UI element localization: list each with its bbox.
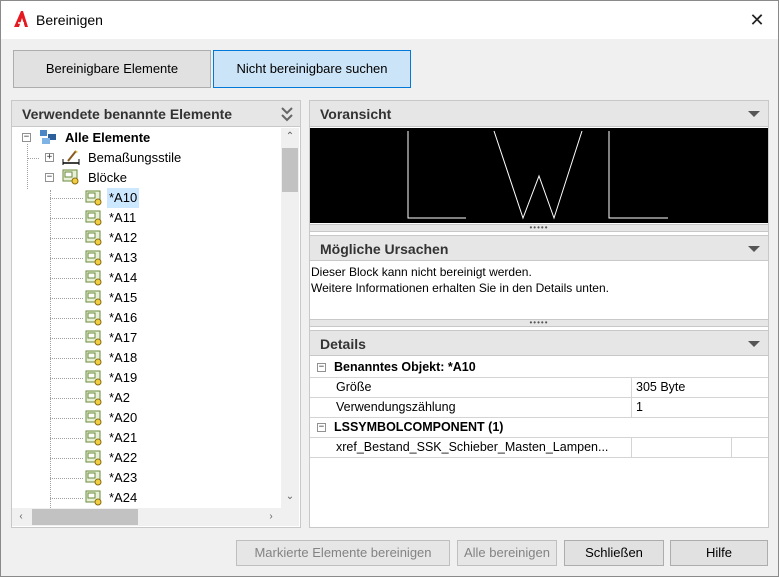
block-icon	[85, 250, 102, 266]
purge-dialog: Bereinigen ✕ Bereinigbare Elemente Nicht…	[0, 0, 779, 577]
preview-header[interactable]: Voransicht	[310, 101, 768, 127]
tree-block-label: *A18	[109, 350, 138, 365]
details-category-row[interactable]: − Benanntes Objekt: *A10	[310, 358, 768, 378]
details-category-label: Benanntes Objekt: *A10	[334, 360, 476, 374]
details-row[interactable]: xref_Bestand_SSK_Schieber_Masten_Lampen.…	[310, 438, 768, 458]
tab-find-non-purgeable[interactable]: Nicht bereinigbare suchen	[213, 50, 411, 88]
tree-group-label: Blöcke	[88, 170, 128, 185]
cause-line: Dieser Block kann nicht bereinigt werden…	[311, 265, 532, 279]
block-icon	[85, 270, 102, 286]
help-button[interactable]: Hilfe	[670, 540, 768, 566]
expand-icon[interactable]: +	[45, 153, 54, 162]
all-items-icon	[40, 130, 56, 144]
collapse-icon[interactable]: −	[317, 423, 326, 432]
block-icon	[85, 430, 102, 446]
preview-title: Voransicht	[320, 106, 392, 122]
tree-block-label: *A24	[109, 490, 138, 505]
tree-horizontal-scrollbar[interactable]: ‹ ›	[12, 508, 299, 526]
tree-block-label: *A10	[107, 188, 140, 208]
tree-block-label: *A20	[109, 410, 138, 425]
block-icon	[85, 450, 102, 466]
close-icon[interactable]: ✕	[737, 1, 777, 39]
causes-text: Dieser Block kann nicht bereinigt werden…	[310, 264, 768, 296]
window-title: Bereinigen	[36, 12, 103, 28]
named-items-tree[interactable]: − Alle Elemente + Bemaßungsstile − Blöck…	[13, 128, 283, 508]
splitter-handle[interactable]: •••••	[310, 224, 768, 232]
collapse-icon[interactable]: −	[22, 133, 31, 142]
title-bar: Bereinigen ✕	[1, 1, 778, 39]
details-row-value	[632, 438, 732, 457]
tree-block-label: *A13	[109, 250, 138, 265]
purge-selected-button[interactable]: Markierte Elemente bereinigen	[236, 540, 450, 566]
details-row-label: Verwendungszählung	[332, 398, 632, 417]
tree-group-label: Bemaßungsstile	[88, 150, 182, 165]
chevron-down-icon[interactable]	[748, 111, 760, 117]
causes-header[interactable]: Mögliche Ursachen	[310, 235, 768, 261]
scroll-right-icon[interactable]: ›	[262, 508, 280, 526]
block-icon	[85, 190, 102, 206]
tree-vertical-scrollbar[interactable]: ⌃ ⌄	[281, 128, 299, 508]
preview-canvas	[310, 128, 768, 223]
close-button[interactable]: Schließen	[564, 540, 664, 566]
tree-block-label: *A21	[109, 430, 138, 445]
details-category-label: LSSYMBOLCOMPONENT (1)	[334, 420, 504, 434]
details-header[interactable]: Details	[310, 330, 768, 356]
tree-block-label: *A17	[109, 330, 138, 345]
tree-block-label: *A12	[109, 230, 138, 245]
details-title: Details	[320, 336, 366, 352]
purge-all-button[interactable]: Alle bereinigen	[457, 540, 557, 566]
named-items-panel: Verwendete benannte Elemente − Alle Elem…	[11, 100, 301, 528]
collapse-all-icon[interactable]	[280, 105, 294, 123]
named-items-title: Verwendete benannte Elemente	[22, 106, 233, 122]
details-category-row[interactable]: − LSSYMBOLCOMPONENT (1)	[310, 418, 768, 438]
causes-title: Mögliche Ursachen	[320, 241, 449, 257]
details-row-value: 305 Byte	[636, 380, 686, 394]
block-icon	[62, 169, 79, 185]
tree-block-label: *A11	[109, 210, 137, 225]
collapse-icon[interactable]: −	[317, 363, 326, 372]
tab-purgeable-items[interactable]: Bereinigbare Elemente	[13, 50, 211, 88]
block-icon	[85, 490, 102, 506]
named-items-header: Verwendete benannte Elemente	[12, 101, 300, 127]
block-icon	[85, 350, 102, 366]
cause-line: Weitere Informationen erhalten Sie in de…	[311, 281, 609, 295]
scroll-down-icon[interactable]: ⌄	[281, 488, 299, 506]
chevron-down-icon[interactable]	[748, 246, 760, 252]
details-row-label: Größe	[332, 378, 632, 397]
tree-block-label: *A22	[109, 450, 138, 465]
tree-block-label: *A16	[109, 310, 138, 325]
scroll-thumb-horizontal[interactable]	[32, 509, 138, 525]
tree-block-label: *A2	[109, 390, 130, 405]
tree-block-label: *A19	[109, 370, 138, 385]
block-icon	[85, 210, 102, 226]
details-row[interactable]: Verwendungszählung 1	[310, 398, 768, 418]
block-icon	[85, 230, 102, 246]
block-icon	[85, 310, 102, 326]
details-row-value: 1	[636, 400, 643, 414]
tree-block-label: *A23	[109, 470, 138, 485]
block-icon	[85, 330, 102, 346]
scroll-thumb[interactable]	[282, 148, 298, 192]
details-row-label: xref_Bestand_SSK_Schieber_Masten_Lampen.…	[332, 438, 632, 457]
block-icon	[85, 470, 102, 486]
tree-block-label: *A14	[109, 270, 138, 285]
block-icon	[85, 390, 102, 406]
tree-block-label: *A15	[109, 290, 138, 305]
scroll-left-icon[interactable]: ‹	[12, 508, 30, 526]
block-preview-drawing	[407, 130, 668, 220]
dimension-style-icon	[62, 150, 80, 165]
scroll-up-icon[interactable]: ⌃	[281, 128, 299, 146]
autocad-logo-icon	[14, 11, 28, 27]
block-icon	[85, 290, 102, 306]
block-icon	[85, 410, 102, 426]
details-row[interactable]: Größe 305 Byte	[310, 378, 768, 398]
collapse-icon[interactable]: −	[45, 173, 54, 182]
block-icon	[85, 370, 102, 386]
chevron-down-icon[interactable]	[748, 341, 760, 347]
tree-root-label: Alle Elemente	[65, 130, 151, 145]
splitter-handle[interactable]: •••••	[310, 319, 768, 327]
